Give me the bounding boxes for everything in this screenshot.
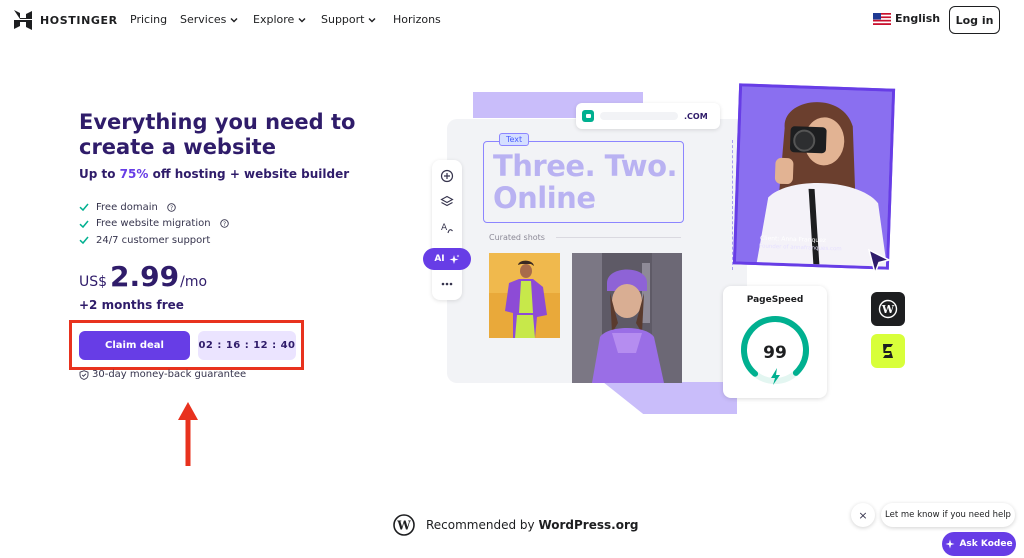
check-icon: [79, 203, 89, 212]
countdown-timer: 02 : 16 : 12 : 40: [198, 331, 296, 360]
feature-item: Free domain ?: [79, 199, 229, 216]
mouse-pointer-icon: [867, 248, 892, 276]
lock-icon: [582, 110, 594, 122]
chat-help-bubble[interactable]: Let me know if you need help: [881, 503, 1015, 527]
guarantee-label: 30-day money-back guarantee: [92, 369, 247, 380]
bonus-text: +2 months free: [79, 298, 184, 312]
svg-text:A: A: [441, 223, 448, 233]
claim-deal-button[interactable]: Claim deal: [79, 331, 190, 360]
price-value: 2.99: [110, 260, 180, 293]
add-icon[interactable]: [440, 169, 454, 183]
feature-item: Free website migration ?: [79, 216, 229, 233]
ai-button[interactable]: AI: [423, 248, 471, 270]
domain-tld: .COM: [684, 111, 708, 121]
login-button[interactable]: Log in: [949, 6, 1000, 34]
annotation-arrow-up-icon: [178, 402, 198, 466]
nav-support[interactable]: Support: [321, 13, 376, 26]
brand-name: HOSTINGER: [40, 13, 118, 27]
pagespeed-card: PageSpeed 99: [723, 286, 827, 398]
builder-toolbar: A: [432, 160, 462, 300]
feature-item: 24/7 customer support: [79, 232, 229, 249]
nav-horizons[interactable]: Horizons: [393, 13, 441, 26]
subtitle-suffix: off hosting + website builder: [148, 167, 350, 181]
info-icon[interactable]: ?: [219, 219, 229, 228]
chevron-down-icon: [368, 17, 376, 22]
hero-subtitle: Up to 75% off hosting + website builder: [79, 167, 349, 181]
nav-horizons-label: Horizons: [393, 13, 441, 26]
feature-list: Free domain ? Free website migration ? 2…: [79, 199, 229, 249]
sparkle-icon: [449, 254, 460, 264]
text-element-chip: Text: [499, 133, 530, 146]
subtitle-discount: 75%: [119, 167, 149, 181]
pagespeed-score: 99: [763, 343, 787, 363]
litespeed-icon: [883, 344, 893, 358]
photo-woman-image: [572, 253, 682, 383]
curated-photo-2: [572, 253, 682, 383]
us-flag-icon: [873, 12, 891, 25]
pagespeed-title: PageSpeed: [746, 295, 804, 305]
chat-close-button[interactable]: ×: [851, 503, 875, 527]
domain-placeholder: [600, 112, 678, 120]
curated-photo-1: [489, 253, 560, 338]
hostinger-logo-icon: [14, 10, 32, 30]
wordpress-icon: W: [878, 299, 898, 319]
builder-headline: Three. Two. Online: [493, 149, 678, 215]
subtitle-prefix: Up to: [79, 167, 120, 181]
svg-text:W: W: [881, 303, 895, 316]
curated-shots-label: Curated shots: [489, 233, 545, 242]
headline-line-1: Three. Two.: [493, 149, 678, 183]
domain-bar: .COM: [576, 103, 720, 129]
nav-pricing[interactable]: Pricing: [130, 13, 167, 26]
feature-label: 24/7 customer support: [96, 234, 211, 246]
nav-support-label: Support: [321, 13, 365, 26]
feature-label: Free domain: [96, 201, 158, 213]
more-icon[interactable]: [440, 277, 454, 291]
photo-man-image: [489, 253, 560, 338]
top-nav: HOSTINGER Pricing Services Explore Suppo…: [0, 0, 1024, 40]
recommended-text: Recommended by WordPress.org: [426, 518, 638, 532]
hero-title: Everything you need to create a website: [79, 110, 356, 159]
chevron-down-icon: [298, 17, 306, 22]
headline-line-2: Online: [493, 181, 596, 215]
litespeed-tile: [871, 334, 905, 368]
price-period: /mo: [180, 274, 208, 290]
svg-text:W: W: [396, 519, 411, 533]
nav-explore[interactable]: Explore: [253, 13, 306, 26]
svg-text:?: ?: [170, 206, 173, 212]
wordpress-tile: W: [871, 292, 905, 326]
recommended-prefix: Recommended by: [426, 518, 539, 532]
divider: [556, 237, 681, 238]
check-icon: [79, 236, 89, 245]
wordpress-recommendation: W Recommended by WordPress.org: [393, 514, 638, 536]
recommended-brand: WordPress.org: [538, 518, 639, 532]
price-currency: US$: [79, 274, 108, 290]
check-icon: [79, 220, 89, 228]
decor-shape: [603, 382, 737, 414]
sparkle-icon: [945, 539, 955, 549]
feature-label: Free website migration: [96, 218, 211, 230]
money-back-guarantee: 30-day money-back guarantee: [79, 369, 246, 380]
ask-kodee-button[interactable]: Ask Kodee: [942, 532, 1016, 556]
layers-icon[interactable]: [440, 195, 454, 209]
chevron-down-icon: [230, 17, 238, 22]
info-icon[interactable]: ?: [167, 203, 176, 212]
language-label: English: [895, 12, 941, 25]
wordpress-logo-icon: W: [393, 514, 415, 536]
shield-check-icon: [79, 369, 89, 380]
brand-logo[interactable]: HOSTINGER: [14, 10, 118, 30]
nav-services-label: Services: [180, 13, 227, 26]
style-icon[interactable]: A: [440, 221, 454, 235]
price: US$ 2.99 /mo: [79, 260, 207, 293]
nav-pricing-label: Pricing: [130, 13, 168, 26]
ai-label: AI: [434, 254, 445, 264]
ask-kodee-label: Ask Kodee: [959, 539, 1013, 549]
nav-services[interactable]: Services: [180, 13, 238, 26]
svg-text:?: ?: [223, 222, 226, 228]
language-selector[interactable]: English: [873, 12, 940, 25]
nav-explore-label: Explore: [253, 13, 295, 26]
